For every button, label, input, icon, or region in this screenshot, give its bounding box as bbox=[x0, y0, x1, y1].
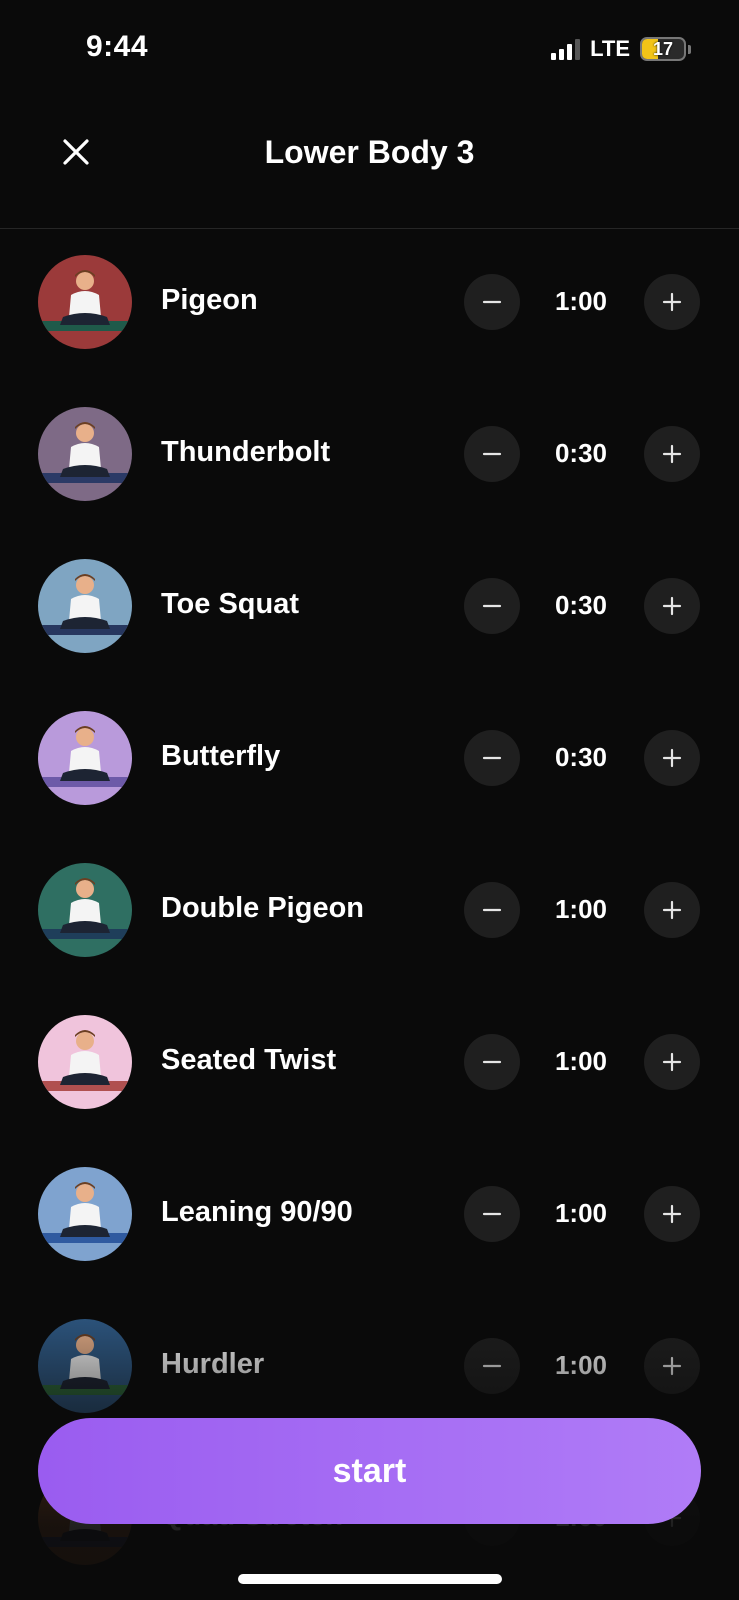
minus-icon bbox=[482, 1212, 502, 1216]
exercise-name: Pigeon bbox=[161, 284, 258, 316]
exercise-row[interactable]: Seated Twist 1:00 bbox=[0, 1015, 739, 1111]
exercise-row[interactable]: Pigeon 1:00 bbox=[0, 255, 739, 351]
exercise-duration: 1:00 bbox=[554, 894, 608, 924]
decrease-duration-button[interactable] bbox=[464, 730, 520, 786]
plus-icon bbox=[662, 748, 682, 768]
exercise-duration: 1:00 bbox=[554, 1350, 608, 1380]
exercise-thumbnail bbox=[38, 1015, 132, 1109]
exercise-name: Butterfly bbox=[161, 740, 281, 772]
exercise-duration: 0:30 bbox=[554, 590, 608, 620]
plus-icon bbox=[662, 444, 682, 464]
battery-level: 17 bbox=[652, 38, 674, 59]
plus-icon bbox=[662, 292, 682, 312]
exercise-duration: 1:00 bbox=[554, 286, 608, 316]
exercise-duration: 0:30 bbox=[554, 438, 608, 468]
increase-duration-button[interactable] bbox=[644, 1186, 700, 1242]
increase-duration-button[interactable] bbox=[644, 1338, 700, 1394]
status-bar: 9:44 LTE 17 bbox=[0, 0, 739, 100]
exercise-row[interactable]: Toe Squat 0:30 bbox=[0, 559, 739, 655]
exercise-name: Hurdler bbox=[161, 1348, 265, 1380]
battery-icon: 17 bbox=[640, 37, 686, 61]
exercise-row[interactable]: Butterfly 0:30 bbox=[0, 711, 739, 807]
exercise-thumbnail bbox=[38, 559, 132, 653]
decrease-duration-button[interactable] bbox=[464, 1338, 520, 1394]
increase-duration-button[interactable] bbox=[644, 730, 700, 786]
exercise-duration: 1:00 bbox=[554, 1198, 608, 1228]
decrease-duration-button[interactable] bbox=[464, 426, 520, 482]
status-indicators: LTE 17 bbox=[551, 36, 691, 62]
page-title: Lower Body 3 bbox=[264, 134, 475, 170]
increase-duration-button[interactable] bbox=[644, 426, 700, 482]
exercise-name: Toe Squat bbox=[161, 588, 300, 620]
exercise-row[interactable]: Thunderbolt 0:30 bbox=[0, 407, 739, 503]
battery-cap bbox=[688, 44, 691, 54]
increase-duration-button[interactable] bbox=[644, 882, 700, 938]
exercise-duration: 0:30 bbox=[554, 742, 608, 772]
exercise-thumbnail bbox=[38, 407, 132, 501]
minus-icon bbox=[482, 1364, 502, 1368]
minus-icon bbox=[482, 604, 502, 608]
exercise-thumbnail bbox=[38, 255, 132, 349]
exercise-duration: 1:00 bbox=[554, 1046, 608, 1076]
plus-icon bbox=[662, 1204, 682, 1224]
increase-duration-button[interactable] bbox=[644, 274, 700, 330]
increase-duration-button[interactable] bbox=[644, 1034, 700, 1090]
decrease-duration-button[interactable] bbox=[464, 578, 520, 634]
exercise-name: Double Pigeon bbox=[161, 892, 364, 924]
exercise-thumbnail bbox=[38, 1167, 132, 1261]
plus-icon bbox=[662, 900, 682, 920]
exercise-thumbnail bbox=[38, 1319, 132, 1413]
minus-icon bbox=[482, 452, 502, 456]
start-button[interactable]: start bbox=[38, 1418, 701, 1524]
minus-icon bbox=[482, 756, 502, 760]
exercise-name: Leaning 90/90 bbox=[161, 1196, 353, 1228]
decrease-duration-button[interactable] bbox=[464, 1186, 520, 1242]
exercise-list: Pigeon 1:00 Thunderbolt 0:30 Toe Squat 0:30 Bu… bbox=[0, 229, 739, 1600]
network-type: LTE bbox=[590, 36, 630, 61]
exercise-row[interactable]: Double Pigeon 1:00 bbox=[0, 863, 739, 959]
home-indicator[interactable] bbox=[238, 1574, 502, 1584]
plus-icon bbox=[662, 1052, 682, 1072]
decrease-duration-button[interactable] bbox=[464, 882, 520, 938]
minus-icon bbox=[482, 300, 502, 304]
status-time: 9:44 bbox=[86, 30, 149, 63]
minus-icon bbox=[482, 1060, 502, 1064]
exercise-row[interactable]: Hurdler 1:00 bbox=[0, 1319, 739, 1415]
decrease-duration-button[interactable] bbox=[464, 274, 520, 330]
exercise-name: Thunderbolt bbox=[161, 436, 331, 468]
plus-icon bbox=[662, 596, 682, 616]
header: Lower Body 3 bbox=[0, 100, 739, 229]
decrease-duration-button[interactable] bbox=[464, 1034, 520, 1090]
exercise-name: Seated Twist bbox=[161, 1044, 337, 1076]
increase-duration-button[interactable] bbox=[644, 578, 700, 634]
exercise-row[interactable]: Leaning 90/90 1:00 bbox=[0, 1167, 739, 1263]
exercise-thumbnail bbox=[38, 711, 132, 805]
exercise-thumbnail bbox=[38, 863, 132, 957]
plus-icon bbox=[662, 1356, 682, 1376]
signal-icon bbox=[551, 38, 581, 60]
minus-icon bbox=[482, 908, 502, 912]
